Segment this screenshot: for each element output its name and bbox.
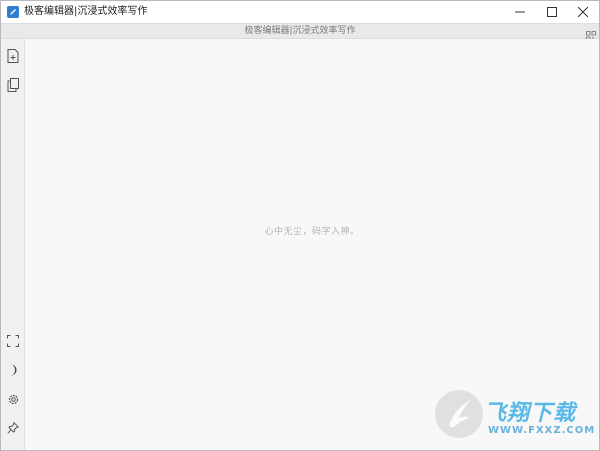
close-icon — [578, 7, 588, 17]
title-bar[interactable]: 极客编辑器|沉浸式效率写作 — [1, 1, 599, 23]
dark-mode-icon — [11, 364, 17, 376]
watermark: 飞翔下载 WWW.FXXZ.COM — [432, 385, 597, 443]
document-header: 极客编辑器|沉浸式效率写作 — [1, 23, 599, 41]
app-window: 极客编辑器|沉浸式效率写作 极客编辑器|沉浸式效率写作 心中无尘，码字入神。 飞… — [0, 0, 600, 451]
settings-button[interactable] — [6, 392, 20, 406]
close-button[interactable] — [567, 1, 599, 23]
settings-icon — [8, 394, 18, 404]
sidebar — [1, 39, 25, 450]
copy-file-button[interactable] — [6, 78, 20, 92]
pin-icon — [7, 422, 19, 434]
editor-placeholder: 心中无尘，码字入神。 — [264, 227, 360, 237]
fullscreen-button[interactable] — [6, 334, 20, 348]
watermark-brand: 飞翔下载 — [484, 401, 577, 426]
qr-code-icon[interactable] — [586, 26, 596, 41]
fullscreen-icon — [7, 335, 19, 347]
pin-button[interactable] — [6, 421, 20, 435]
maximize-button[interactable] — [536, 1, 568, 23]
dark-mode-button[interactable] — [6, 363, 20, 377]
watermark-url: WWW.FXXZ.COM — [488, 425, 596, 436]
maximize-icon — [547, 7, 557, 17]
copy-file-icon — [7, 78, 19, 92]
new-file-button[interactable] — [6, 49, 20, 63]
minimize-icon — [515, 11, 525, 13]
document-title: 极客编辑器|沉浸式效率写作 — [244, 26, 356, 36]
window-title: 极客编辑器|沉浸式效率写作 — [24, 6, 148, 17]
watermark-logo-icon — [435, 390, 483, 438]
app-logo-icon — [7, 6, 19, 18]
minimize-button[interactable] — [504, 1, 536, 23]
new-file-icon — [7, 49, 19, 63]
